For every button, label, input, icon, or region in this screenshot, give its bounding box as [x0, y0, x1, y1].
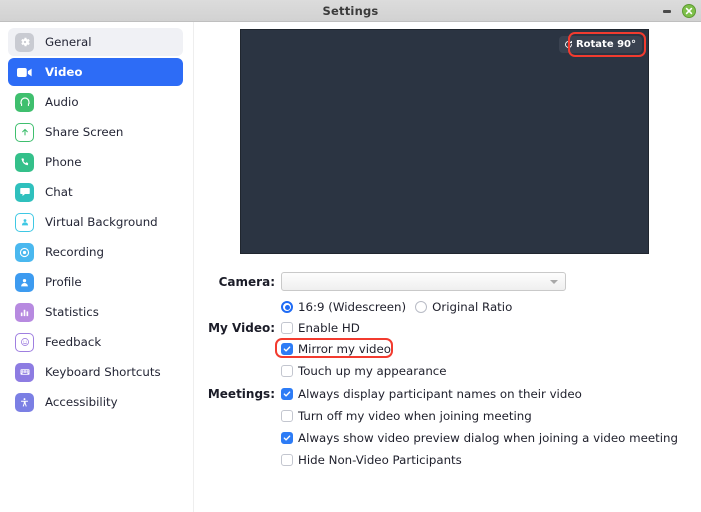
- sidebar-item-chat[interactable]: Chat: [8, 178, 183, 206]
- sidebar-item-label: Recording: [45, 245, 105, 259]
- sidebar-item-label: Phone: [45, 155, 82, 169]
- camera-label: Camera:: [218, 274, 275, 289]
- minimize-icon[interactable]: [660, 5, 673, 18]
- checkbox-touch-up-appearance[interactable]: Touch up my appearance: [281, 364, 447, 378]
- video-camera-icon: [15, 63, 34, 82]
- chat-bubble-icon: [15, 182, 34, 202]
- sidebar-item-label: Profile: [45, 275, 82, 289]
- sidebar-item-video[interactable]: Video: [8, 58, 183, 86]
- radio-widescreen-label: 16:9 (Widescreen): [298, 300, 407, 314]
- sidebar-item-share-screen[interactable]: Share Screen: [8, 118, 183, 146]
- sidebar-item-label: Virtual Background: [45, 215, 158, 229]
- meetings-row-3: Always show video preview dialog when jo…: [195, 429, 701, 447]
- checkbox-mirror-my-video[interactable]: Mirror my video: [281, 342, 391, 356]
- radio-indicator: [281, 301, 293, 313]
- meetings-row-2: Turn off my video when joining meeting: [195, 407, 701, 425]
- checkbox-always-display-names[interactable]: Always display participant names on thei…: [281, 387, 582, 401]
- sidebar-item-profile[interactable]: Profile: [8, 268, 183, 296]
- window-titlebar: Settings: [0, 0, 701, 22]
- sidebar-item-label: General: [45, 35, 92, 49]
- sidebar-item-label: Accessibility: [45, 395, 118, 409]
- my-video-row-2: Mirror my video: [195, 338, 701, 358]
- accessibility-icon: [15, 392, 34, 412]
- sidebar-item-statistics[interactable]: Statistics: [8, 298, 183, 326]
- meetings-label: Meetings:: [207, 387, 275, 401]
- smiley-icon: [15, 332, 34, 352]
- settings-sidebar: General Video Audio Share Screen Phone C…: [0, 22, 194, 512]
- my-video-row-3: Touch up my appearance: [195, 362, 701, 380]
- checkbox-indicator: [281, 365, 293, 377]
- checkbox-turn-off-video-on-join[interactable]: Turn off my video when joining meeting: [281, 409, 532, 423]
- sidebar-item-label: Share Screen: [45, 125, 124, 139]
- sidebar-item-accessibility[interactable]: Accessibility: [8, 388, 183, 416]
- window-title: Settings: [322, 3, 379, 18]
- keyboard-icon: [15, 362, 34, 382]
- sidebar-item-keyboard-shortcuts[interactable]: Keyboard Shortcuts: [8, 358, 183, 386]
- checkbox-mirror-my-video-label: Mirror my video: [298, 342, 391, 356]
- checkbox-indicator: [281, 343, 293, 355]
- radio-original-ratio[interactable]: Original Ratio: [415, 300, 512, 314]
- sidebar-item-virtual-background[interactable]: Virtual Background: [8, 208, 183, 236]
- virtual-background-icon: [15, 212, 34, 232]
- camera-row: Camera:: [195, 272, 701, 291]
- video-settings-form: Camera: 16:9 (Widescreen) Original Ratio…: [195, 272, 701, 469]
- radio-original-ratio-label: Original Ratio: [432, 300, 513, 314]
- sidebar-item-label: Chat: [45, 185, 73, 199]
- checkbox-indicator: [281, 454, 293, 466]
- checkbox-indicator: [281, 322, 293, 334]
- sidebar-item-audio[interactable]: Audio: [8, 88, 183, 116]
- checkbox-always-show-preview-dialog-label: Always show video preview dialog when jo…: [298, 431, 678, 445]
- sidebar-item-phone[interactable]: Phone: [8, 148, 183, 176]
- checkbox-enable-hd-label: Enable HD: [298, 321, 360, 335]
- gear-icon: [15, 32, 34, 52]
- checkbox-indicator: [281, 410, 293, 422]
- rotate-90-button[interactable]: Rotate 90°: [558, 36, 642, 53]
- checkbox-always-show-preview-dialog[interactable]: Always show video preview dialog when jo…: [281, 431, 678, 445]
- sidebar-item-label: Statistics: [45, 305, 99, 319]
- my-video-label: My Video:: [208, 321, 275, 335]
- checkbox-hide-non-video-participants-label: Hide Non-Video Participants: [298, 453, 462, 467]
- phone-icon: [15, 152, 34, 172]
- checkbox-enable-hd[interactable]: Enable HD: [281, 321, 360, 335]
- radio-indicator: [415, 301, 428, 313]
- meetings-row-1: Meetings: Always display participant nam…: [195, 385, 701, 403]
- person-icon: [15, 272, 34, 292]
- sidebar-item-label: Keyboard Shortcuts: [45, 365, 161, 379]
- camera-select[interactable]: [281, 272, 566, 291]
- video-preview: Rotate 90°: [240, 29, 649, 254]
- radio-widescreen[interactable]: 16:9 (Widescreen): [281, 300, 406, 314]
- my-video-row-1: My Video: Enable HD: [195, 319, 701, 337]
- sidebar-item-label: Video: [45, 65, 83, 79]
- record-icon: [15, 242, 34, 262]
- rotate-90-label: Rotate 90°: [575, 39, 636, 50]
- bar-chart-icon: [15, 302, 34, 322]
- headphones-icon: [15, 92, 34, 112]
- meetings-row-4: Hide Non-Video Participants: [195, 451, 701, 469]
- sidebar-item-label: Audio: [45, 95, 79, 109]
- chevron-down-icon: [550, 279, 558, 284]
- video-settings-panel: Rotate 90° Camera: 16:9 (Widescreen) Ori…: [195, 22, 701, 512]
- sidebar-item-label: Feedback: [45, 335, 102, 349]
- share-screen-icon: [15, 122, 34, 142]
- checkbox-touch-up-appearance-label: Touch up my appearance: [298, 364, 447, 378]
- checkbox-hide-non-video-participants[interactable]: Hide Non-Video Participants: [281, 453, 462, 467]
- sidebar-item-general[interactable]: General: [8, 28, 183, 56]
- sidebar-item-recording[interactable]: Recording: [8, 238, 183, 266]
- checkbox-indicator: [281, 388, 293, 400]
- checkbox-always-display-names-label: Always display participant names on thei…: [298, 387, 582, 401]
- checkbox-indicator: [281, 432, 293, 444]
- close-icon[interactable]: [682, 4, 696, 18]
- sidebar-item-feedback[interactable]: Feedback: [8, 328, 183, 356]
- window-controls: [660, 0, 696, 22]
- aspect-ratio-row: 16:9 (Widescreen) Original Ratio: [195, 298, 701, 316]
- checkbox-turn-off-video-on-join-label: Turn off my video when joining meeting: [298, 409, 532, 423]
